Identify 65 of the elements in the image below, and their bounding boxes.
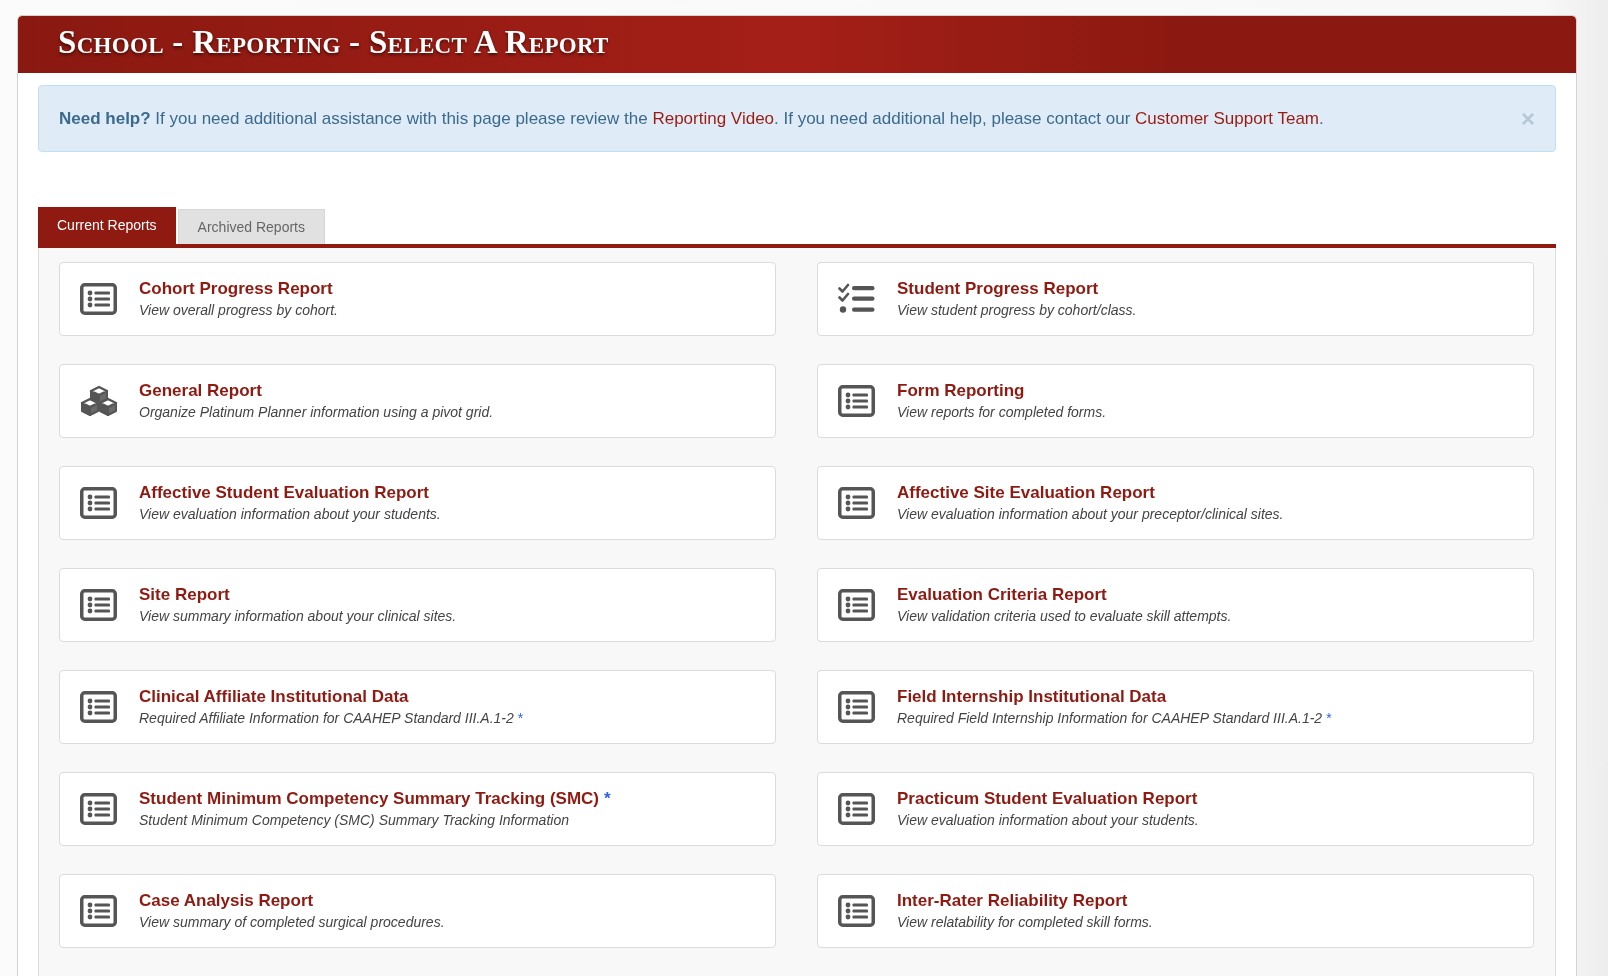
report-description: View summary information about your clinical sites.: [139, 607, 457, 626]
asterisk-mark: *: [604, 788, 611, 810]
asterisk-mark: *: [1326, 709, 1332, 728]
report-title: Site Report: [139, 584, 230, 606]
list-icon: [838, 793, 876, 825]
report-title: Evaluation Criteria Report: [897, 584, 1107, 606]
report-card[interactable]: Practicum Student Evaluation Report View evaluation information about your students.: [817, 772, 1534, 846]
report-description: View validation criteria used to evaluate skill attempts.: [897, 607, 1232, 626]
report-title: Inter-Rater Reliability Report: [897, 890, 1128, 912]
report-title: Affective Site Evaluation Report: [897, 482, 1155, 504]
report-description: View relatability for completed skill forms.: [897, 913, 1153, 932]
list-icon: [80, 487, 118, 519]
report-card[interactable]: Clinical Affiliate Institutional Data Required Affiliate Information for CAAHEP Standard III.A.1-2 *: [59, 670, 776, 744]
report-description: View student progress by cohort/class.: [897, 301, 1137, 320]
report-card[interactable]: General Report Organize Platinum Planner information using a pivot grid.: [59, 364, 776, 438]
report-card[interactable]: Student Minimum Competency Summary Tracking (SMC) * Student Minimum Competency (SMC) Summary Tracking Information: [59, 772, 776, 846]
report-tab[interactable]: Archived Reports: [177, 209, 325, 244]
report-description: View evaluation information about your preceptor/clinical sites.: [897, 505, 1284, 524]
report-description: View evaluation information about your students.: [139, 505, 441, 524]
report-title: Field Internship Institutional Data: [897, 686, 1167, 708]
help-link[interactable]: Customer Support Team: [1135, 108, 1319, 128]
report-description: View overall progress by cohort.: [139, 301, 338, 320]
report-card[interactable]: Form Reporting View reports for completed forms.: [817, 364, 1534, 438]
report-title: Clinical Affiliate Institutional Data: [139, 686, 409, 708]
list-icon: [80, 283, 118, 315]
list-icon: [838, 589, 876, 621]
report-card[interactable]: Cohort Progress Report View overall progress by cohort.: [59, 262, 776, 336]
report-title: Cohort Progress Report: [139, 278, 333, 300]
report-title: Form Reporting: [897, 380, 1025, 402]
report-description: Required Field Internship Information for CAAHEP Standard III.A.1-2: [897, 709, 1323, 728]
report-tab[interactable]: Current Reports: [38, 207, 176, 244]
report-title: Practicum Student Evaluation Report: [897, 788, 1198, 810]
report-description: View summary of completed surgical procedures.: [139, 913, 445, 932]
report-card[interactable]: Affective Student Evaluation Report View evaluation information about your students.: [59, 466, 776, 540]
report-title: Student Minimum Competency Summary Tracking (SMC): [139, 788, 599, 810]
list-icon: [838, 385, 876, 417]
report-card[interactable]: Affective Site Evaluation Report View evaluation information about your preceptor/clinical sites.: [817, 466, 1534, 540]
list-icon: [80, 589, 118, 621]
list-icon: [80, 793, 118, 825]
report-title: Affective Student Evaluation Report: [139, 482, 429, 504]
help-message: Need help? If you need additional assistance with this page please review the Reporting Video. If you need additional help, please contact our Customer Support Team.: [59, 107, 1324, 130]
report-card[interactable]: Inter-Rater Reliability Report View relatability for completed skill forms.: [817, 874, 1534, 948]
report-card[interactable]: Field Internship Institutional Data Required Field Internship Information for CAAHEP Standard III.A.1-2 *: [817, 670, 1534, 744]
report-description: Required Affiliate Information for CAAHEP Standard III.A.1-2: [139, 709, 514, 728]
report-title: General Report: [139, 380, 262, 402]
help-link[interactable]: Reporting Video: [652, 108, 775, 128]
report-card[interactable]: Student Progress Report View student progress by cohort/class.: [817, 262, 1534, 336]
list-icon: [80, 895, 118, 927]
cubes-icon: [80, 385, 118, 417]
report-title: Case Analysis Report: [139, 890, 314, 912]
checklist-icon: [838, 283, 876, 315]
asterisk-mark: *: [517, 709, 524, 728]
report-description: Student Minimum Competency (SMC) Summary Tracking Information: [139, 811, 569, 830]
report-title: Student Progress Report: [897, 278, 1099, 300]
report-description: Organize Platinum Planner information using a pivot grid.: [139, 403, 494, 422]
report-card[interactable]: Site Report View summary information about your clinical sites.: [59, 568, 776, 642]
report-description: View evaluation information about your students.: [897, 811, 1199, 830]
report-description: View reports for completed forms.: [897, 403, 1107, 422]
list-icon: [838, 691, 876, 723]
page-title: School - Reporting - Select A Report: [58, 26, 609, 62]
list-icon: [838, 487, 876, 519]
list-icon: [80, 691, 118, 723]
report-card[interactable]: Evaluation Criteria Report View validation criteria used to evaluate skill attempts.: [817, 568, 1534, 642]
report-card[interactable]: Case Analysis Report View summary of completed surgical procedures.: [59, 874, 776, 948]
list-icon: [838, 895, 876, 927]
